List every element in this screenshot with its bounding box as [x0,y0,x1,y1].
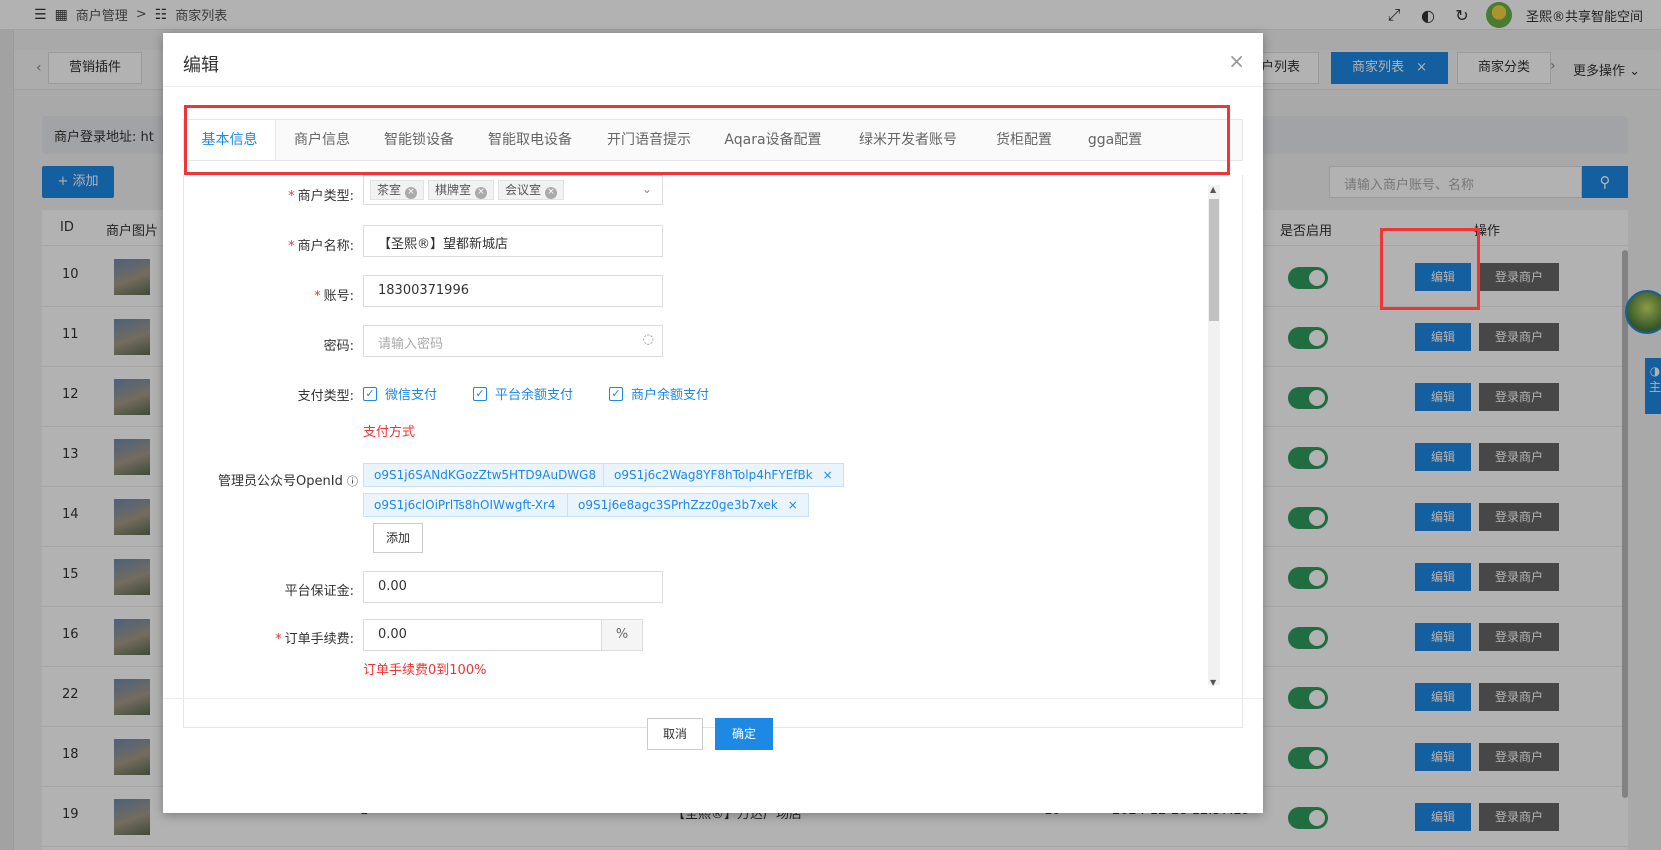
type-chip: 会议室 × [498,180,565,200]
payment-option-merchant[interactable]: ✓ 商户余额支付 [609,384,709,403]
chip-remove-icon[interactable]: × [545,187,558,199]
divider [163,86,1263,87]
openid-chip: o9S1j6e8agc3SPrhZzz0ge3b7xek × [567,493,809,517]
account-label: * 账号: [314,289,354,304]
form-area: * 商户类型: 茶室 × 棋牌室 × 会议室 × ⌄ * 商户名称: 【圣熙®】望都新城店 *… [183,175,1243,728]
cancel-button[interactable]: 取消 [647,718,703,750]
edit-modal: 编辑 × 基本信息 商户信息 智能锁设备 智能取电设备 开门语音提示 Aqara… [163,33,1263,813]
modal-title: 编辑 [183,55,219,76]
fee-label: * 订单手续费: [275,632,354,647]
tab-lumi-developer[interactable]: 绿米开发者账号 [838,120,978,160]
chip-remove-icon[interactable]: × [475,187,488,199]
payment-hint: 支付方式 [363,425,416,440]
fee-input[interactable]: 0.00 [363,619,603,651]
tab-door-voice[interactable]: 开门语音提示 [590,120,708,160]
merchant-name-input[interactable]: 【圣熙®】望都新城店 [363,225,663,257]
checkbox-checked-icon[interactable]: ✓ [609,386,623,401]
password-label: 密码: [323,339,354,354]
merchant-name-label: * 商户名称: [288,239,354,254]
tab-merchant-info[interactable]: 商户信息 [276,120,368,160]
openid-chip: o9S1j6SANdKGozZtw5HTD9AuDWG8× [363,463,628,487]
fee-hint: 订单手续费0到100% [363,663,487,678]
info-icon[interactable]: ⓘ [347,475,358,488]
tab-cabinet-config[interactable]: 货柜配置 [978,120,1070,160]
tab-aqara-config[interactable]: Aqara设备配置 [708,120,838,160]
tab-smart-power[interactable]: 智能取电设备 [470,120,590,160]
tab-smart-lock[interactable]: 智能锁设备 [368,120,470,160]
payment-option-platform[interactable]: ✓ 平台余额支付 [473,384,573,403]
divider [163,698,1263,699]
chip-remove-icon[interactable]: × [788,498,798,512]
scroll-up-icon[interactable]: ▲ [1210,185,1216,194]
tab-basic-info[interactable]: 基本信息 [184,120,276,160]
chip-remove-icon[interactable]: × [823,468,833,482]
scroll-down-icon[interactable]: ▼ [1210,678,1216,687]
deposit-label: 平台保证金: [284,584,354,599]
type-chip: 茶室 × [370,180,425,200]
eye-off-icon[interactable]: ◌ [643,332,654,347]
fee-suffix: % [601,619,643,651]
close-icon[interactable]: × [1228,49,1245,73]
chevron-down-icon[interactable]: ⌄ [642,182,652,196]
checkbox-checked-icon[interactable]: ✓ [363,386,377,401]
checkbox-checked-icon[interactable]: ✓ [473,386,487,401]
password-input[interactable]: 请输入密码 ◌ [363,325,663,357]
merchant-type-label: * 商户类型: [288,189,354,204]
highlight-edit-box [1380,228,1480,310]
merchant-type-select[interactable]: 茶室 × 棋牌室 × 会议室 × ⌄ [363,175,663,205]
payment-type-label: 支付类型: [297,389,354,404]
type-chip: 棋牌室 × [428,180,495,200]
openid-label: 管理员公众号OpenId ⓘ [218,474,358,489]
openid-chip: o9S1j6c2Wag8YF8hTolp4hFYEfBk × [603,463,844,487]
deposit-input[interactable]: 0.00 [363,571,663,603]
scroll-thumb[interactable] [1209,199,1219,321]
openid-chip: o9S1j6clOiPrlTs8hOIWwgft-Xr4× [363,493,587,517]
confirm-button[interactable]: 确定 [715,718,773,750]
tab-gga-config[interactable]: gga配置 [1070,120,1160,160]
account-input[interactable]: 18300371996 [363,275,663,307]
chip-remove-icon[interactable]: × [405,187,418,199]
payment-option-wechat[interactable]: ✓ 微信支付 [363,384,437,403]
modal-tab-strip: 基本信息 商户信息 智能锁设备 智能取电设备 开门语音提示 Aqara设备配置 … [183,119,1243,161]
add-openid-button[interactable]: 添加 [373,523,424,553]
form-scrollbar[interactable]: ▲ ▼ [1208,185,1220,687]
